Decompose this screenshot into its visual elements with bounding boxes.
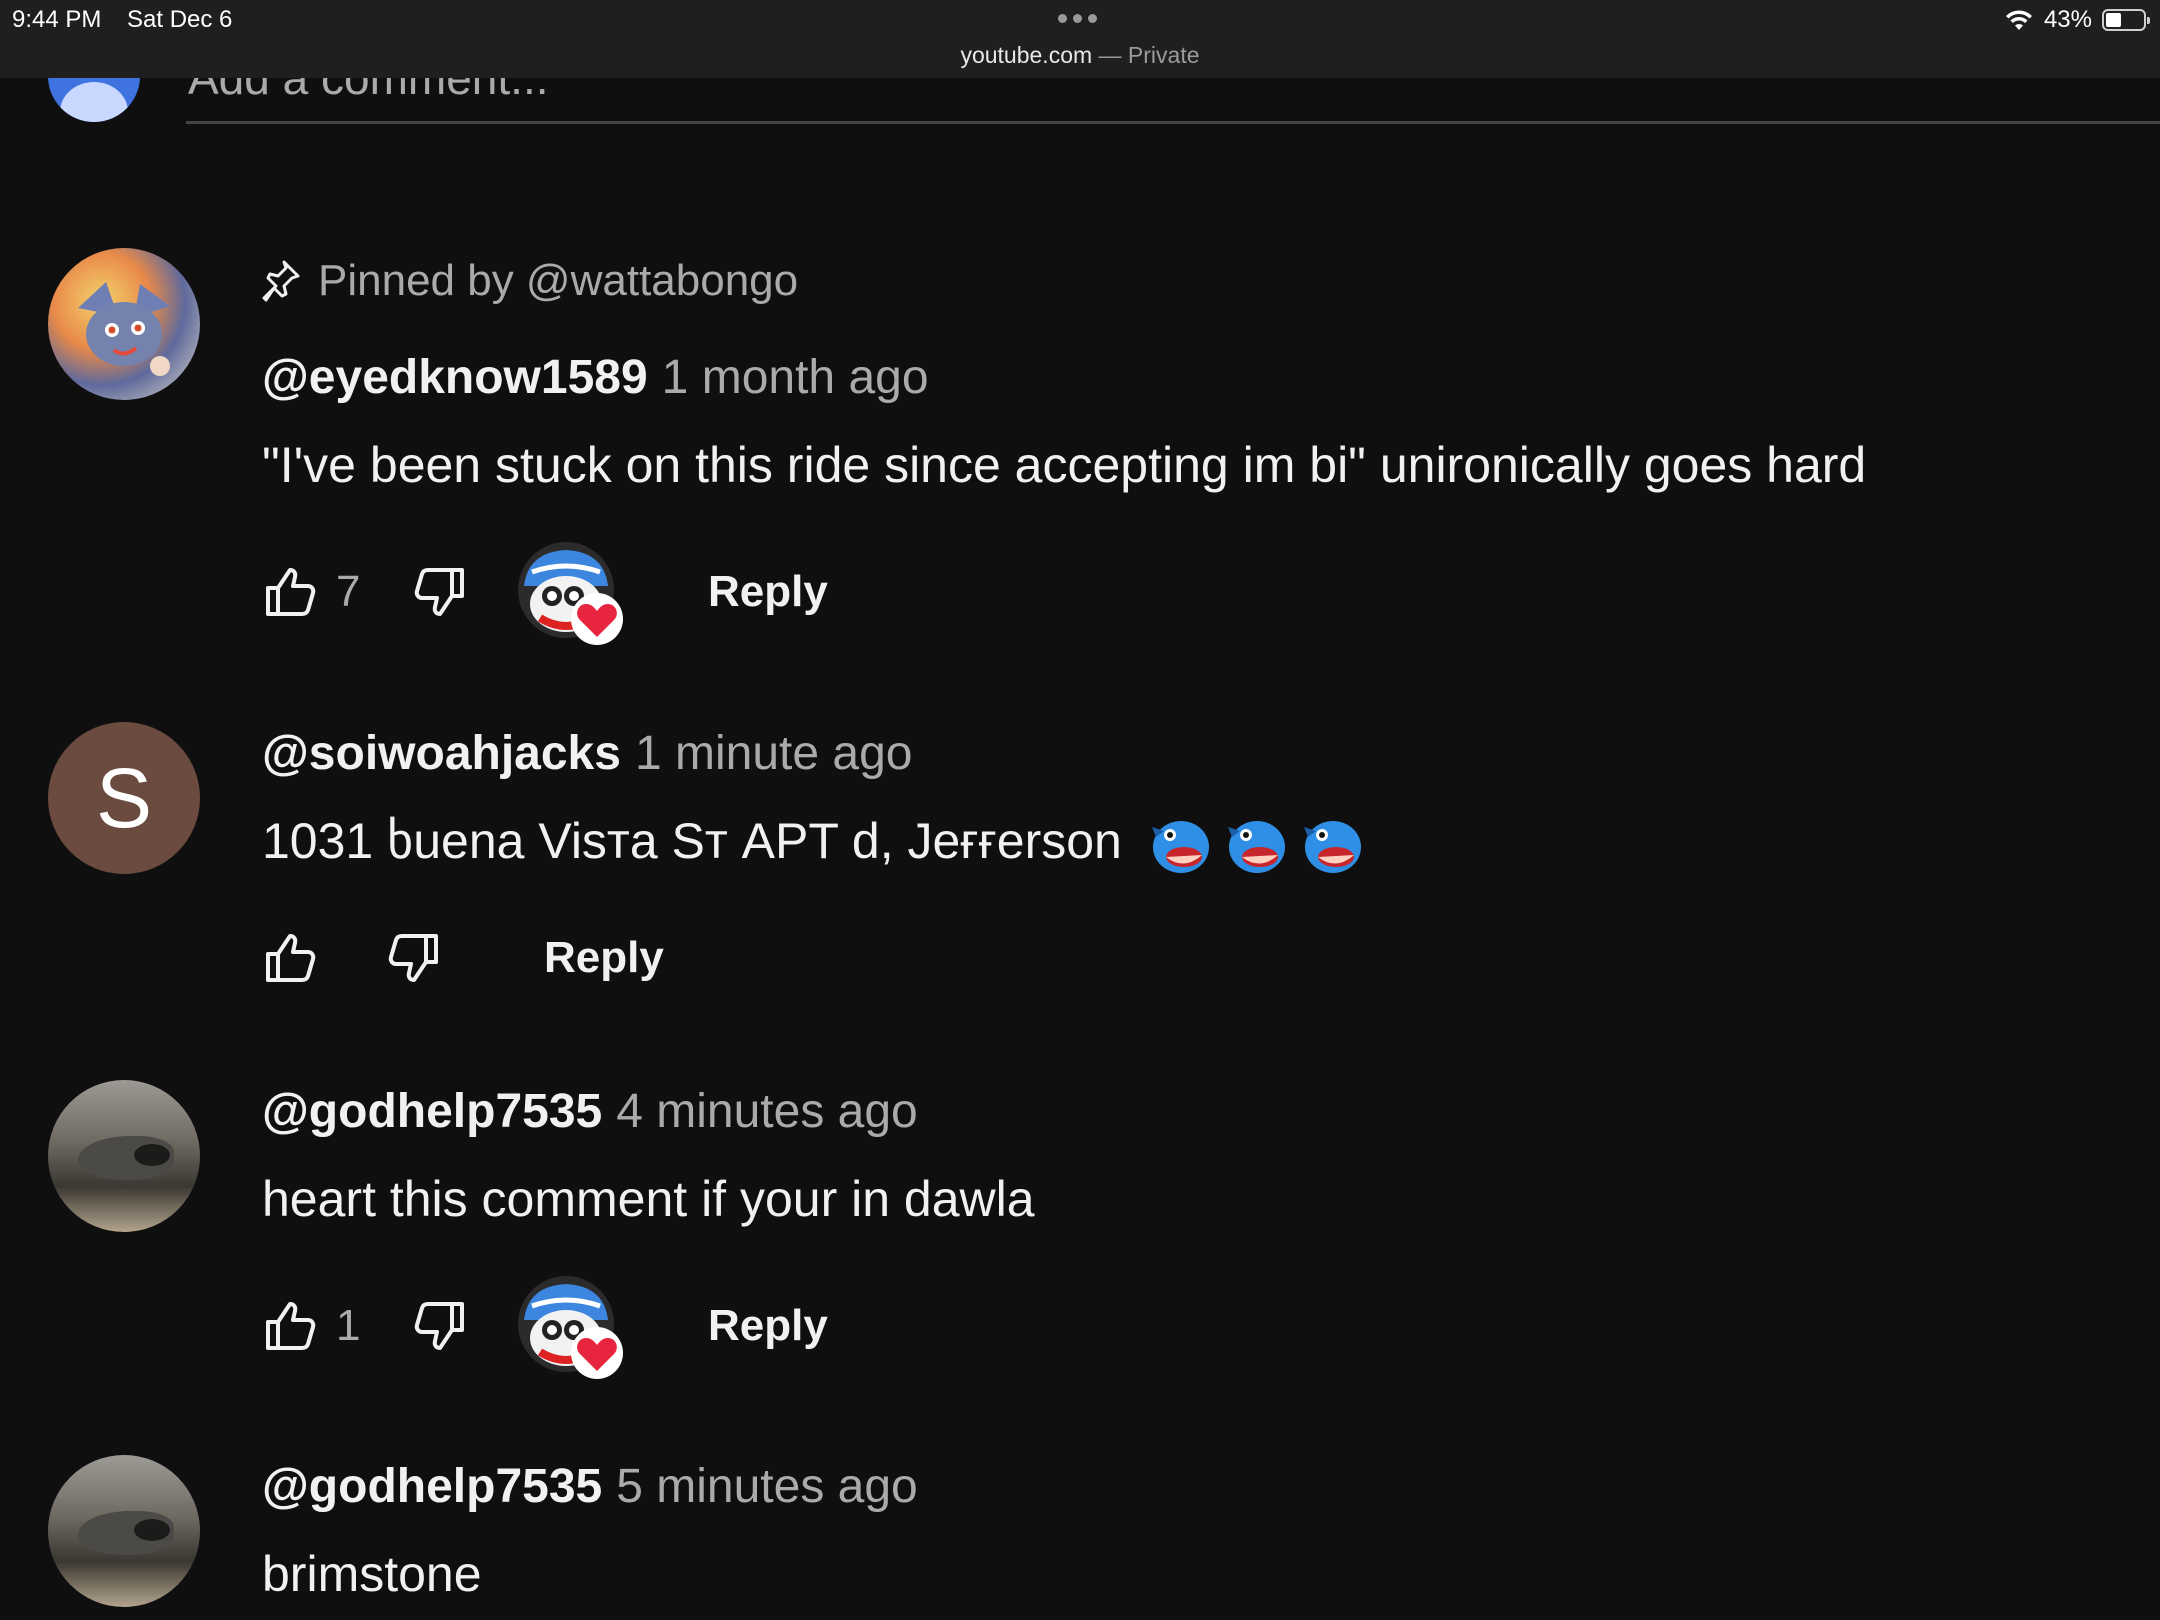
wifi-icon — [2005, 10, 2032, 30]
thumbs-up-icon — [266, 568, 316, 616]
comment-time[interactable]: 4 minutes ago — [616, 1085, 918, 1138]
dislike-button[interactable] — [412, 564, 468, 620]
commenter-avatar[interactable]: S — [48, 722, 200, 874]
comment-header: @godhelp7535 4 minutes ago — [262, 1084, 918, 1139]
status-date: Sat Dec 6 — [127, 6, 233, 33]
status-bar: 9:44 PM Sat Dec 6 youtube.com — Private … — [0, 0, 2160, 78]
comment-author[interactable]: @godhelp7535 — [262, 1460, 602, 1513]
battery-icon — [2102, 9, 2150, 31]
comment-author[interactable]: @eyedknow1589 — [262, 351, 648, 404]
url-host: youtube.com — [960, 42, 1093, 68]
status-time: 9:44 PM — [12, 6, 102, 33]
comment-time[interactable]: 1 month ago — [662, 351, 929, 404]
comment-author[interactable]: @godhelp7535 — [262, 1085, 602, 1138]
thumbs-up-icon — [266, 934, 316, 982]
commenter-avatar[interactable] — [48, 1455, 200, 1607]
dislike-button[interactable] — [386, 930, 442, 986]
like-button[interactable] — [262, 930, 318, 986]
bird-emoji-icon — [1302, 815, 1364, 875]
commenter-avatar[interactable] — [48, 248, 200, 400]
comment-author[interactable]: @soiwoahjacks — [262, 727, 621, 780]
pin-icon — [262, 260, 300, 302]
comment-text: heart this comment if your in dawla — [262, 1171, 1035, 1227]
thumbs-up-icon — [266, 1302, 316, 1350]
thumbs-down-icon — [414, 568, 464, 616]
pinned-text: Pinned by @wattabongo — [318, 256, 799, 305]
pinned-label: Pinned by @wattabongo — [262, 256, 798, 306]
comment-text: 1031 ხuena Visтa Sт APT d, Jeғғerson — [262, 812, 1364, 875]
private-label: — Private — [1092, 42, 1200, 68]
avatar-letter: S — [95, 750, 153, 845]
like-count: 1 — [336, 1301, 361, 1350]
like-button[interactable] — [262, 564, 318, 620]
comment-header: @eyedknow1589 1 month ago — [262, 350, 929, 405]
comment-actions: Reply — [262, 918, 664, 998]
youtube-comments-screen: Add a comment... 9:44 PM Sat Dec 6 youtu… — [0, 0, 2160, 1620]
thumbs-down-icon — [388, 934, 438, 982]
reply-button[interactable]: Reply — [708, 567, 828, 617]
creator-heart-badge — [518, 1276, 623, 1379]
reply-button[interactable]: Reply — [544, 933, 664, 983]
comment-time[interactable]: 1 minute ago — [635, 727, 913, 780]
thumbs-down-icon — [414, 1302, 464, 1350]
like-button[interactable] — [262, 1298, 318, 1354]
creator-heart-badge — [518, 542, 623, 645]
comment-text-content: 1031 ხuena Visтa Sт APT d, Jeғғerson — [262, 813, 1122, 869]
url-label[interactable]: youtube.com — Private — [0, 42, 2160, 69]
heart-icon — [571, 593, 623, 645]
comment-header: @soiwoahjacks 1 minute ago — [262, 726, 912, 781]
comment-header: @godhelp7535 5 minutes ago — [262, 1459, 918, 1514]
comment-actions: 1 Reply — [262, 1276, 828, 1379]
commenter-avatar[interactable] — [48, 1080, 200, 1232]
comment-actions: 7 Reply — [262, 542, 828, 645]
bird-emoji-icon — [1150, 815, 1212, 875]
bird-emoji-icon — [1226, 815, 1288, 875]
heart-icon — [571, 1327, 623, 1379]
reply-button[interactable]: Reply — [708, 1301, 828, 1351]
like-count: 7 — [336, 567, 361, 616]
comment-text: brimstone — [262, 1546, 482, 1602]
multitasking-dots-icon[interactable] — [1058, 14, 1097, 23]
dislike-button[interactable] — [412, 1298, 468, 1354]
comment-text: "I've been stuck on this ride since acce… — [262, 437, 1867, 493]
battery-percent: 43% — [2043, 6, 2092, 33]
comment-time[interactable]: 5 minutes ago — [616, 1460, 918, 1513]
